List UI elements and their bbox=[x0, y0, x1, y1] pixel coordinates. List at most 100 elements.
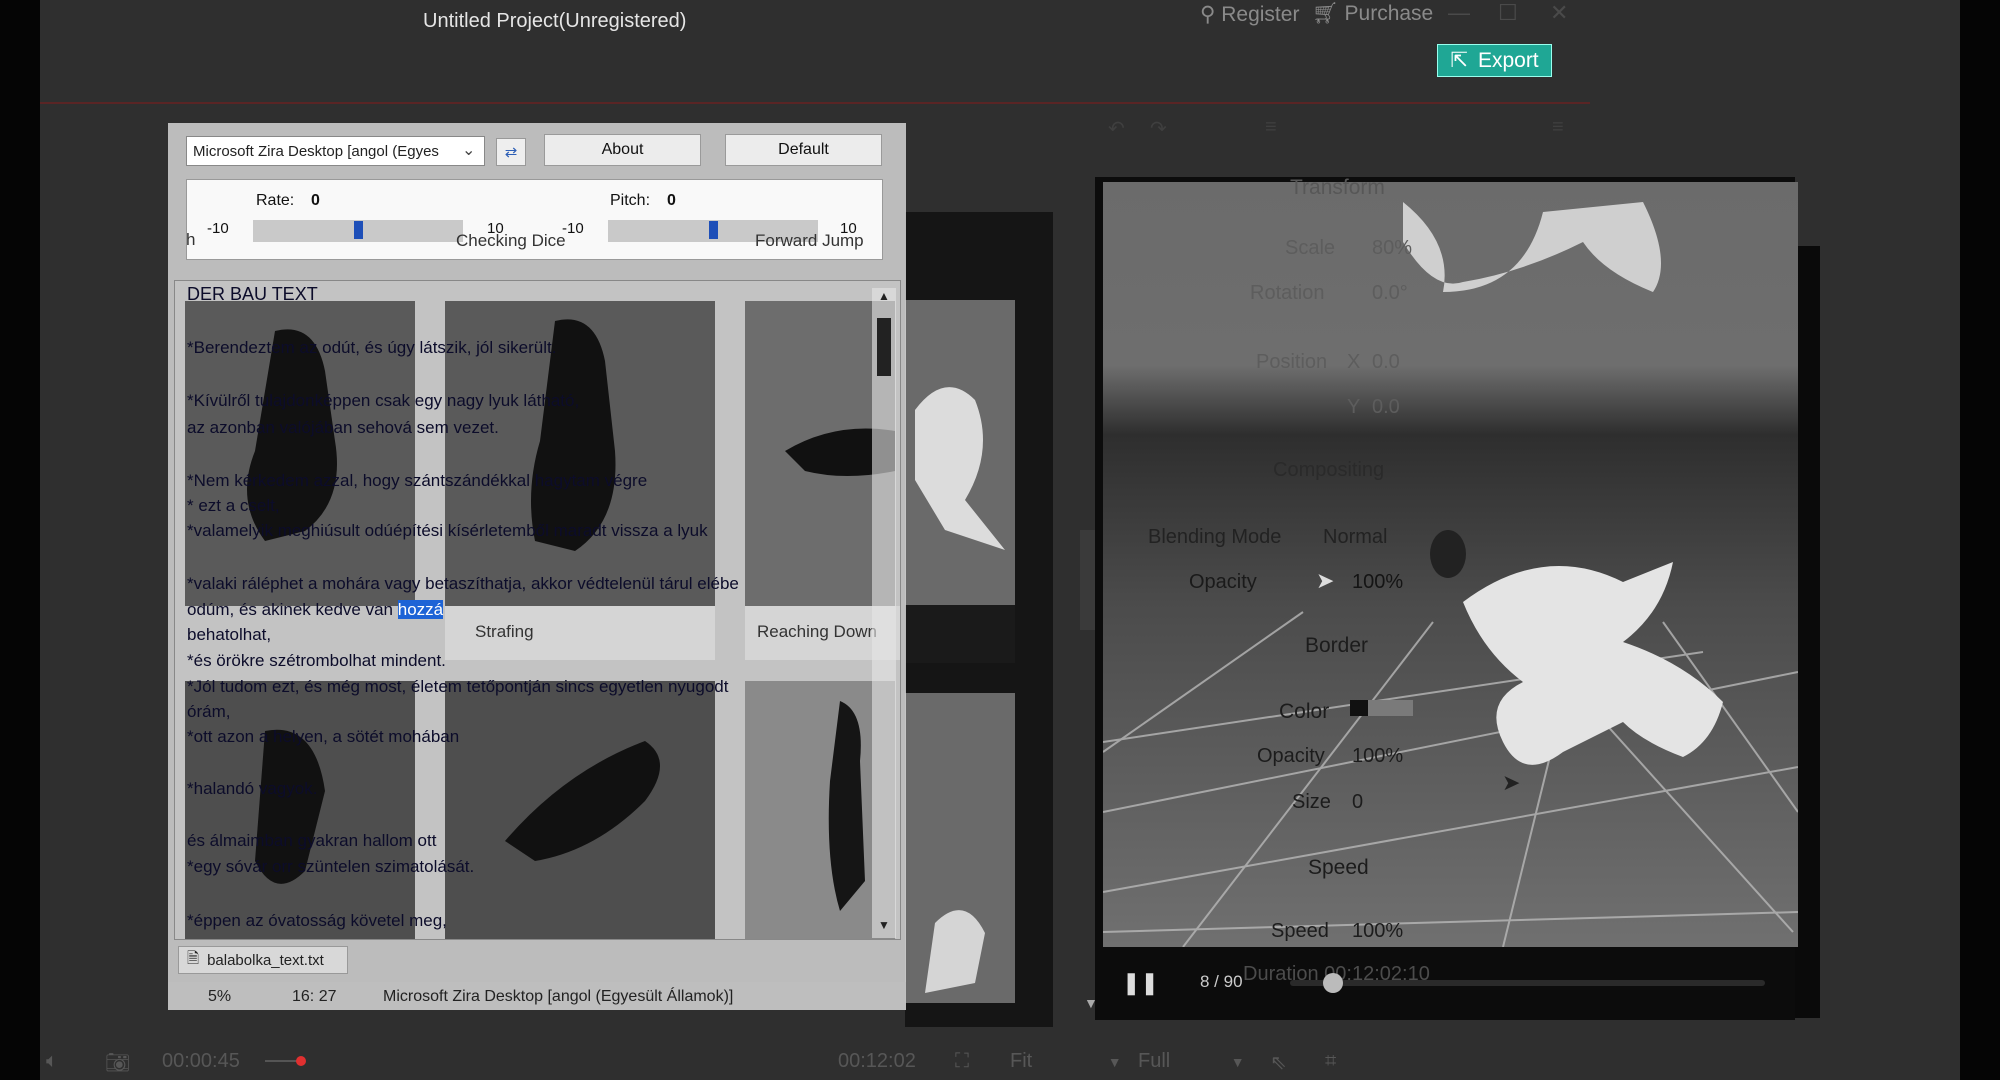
player-side-panel bbox=[1795, 246, 1820, 1018]
purchase-link[interactable]: 🛒︎ Purchase bbox=[1312, 2, 1433, 26]
position-label: Position bbox=[1256, 351, 1328, 373]
chevron-down-icon: ▼ bbox=[1230, 1054, 1245, 1070]
checking-dice-label: Checking Dice bbox=[456, 231, 566, 250]
pitch-value: 0 bbox=[667, 192, 676, 209]
preview-canvas[interactable] bbox=[1103, 182, 1798, 947]
total-time: 00:12:02 bbox=[838, 1050, 916, 1072]
status-position: 16: 27 bbox=[292, 988, 337, 1005]
document-tab[interactable]: 🗎 balabolka_text.txt bbox=[178, 946, 348, 974]
position-x-label: X bbox=[1347, 351, 1361, 373]
rate-value: 0 bbox=[311, 192, 320, 209]
current-time: 00:00:45 bbox=[162, 1050, 240, 1072]
text-line: az azonban valójában sehová sem vezet. bbox=[187, 418, 499, 437]
text-line: *Jól tudom ezt, és még most, életem tető… bbox=[187, 677, 729, 696]
window-title: Untitled Project(Unregistered) bbox=[423, 10, 687, 32]
text-line: odúm, és akinek kedve van hozzá bbox=[187, 600, 444, 620]
status-voice: Microsoft Zira Desktop [angol (Egyesült … bbox=[383, 988, 734, 1005]
scale-label: Scale bbox=[1285, 237, 1336, 259]
key-icon: ⚲ bbox=[1200, 3, 1216, 26]
border-size-value[interactable]: 0 bbox=[1352, 791, 1363, 814]
export-button[interactable]: ⇱ Export bbox=[1437, 44, 1552, 77]
rotation-label: Rotation bbox=[1250, 282, 1325, 304]
speed-label: Speed bbox=[1271, 920, 1329, 942]
scrollbar-thumb[interactable] bbox=[877, 318, 891, 376]
text-line: *Nem kérkedem azzal, hogy szántszándékka… bbox=[187, 471, 648, 490]
rate-label: Rate: bbox=[256, 192, 295, 209]
fullscreen-icon[interactable]: ⛶ bbox=[955, 1050, 969, 1073]
media-thumbnail[interactable] bbox=[905, 693, 1015, 1003]
compositing-heading: Compositing bbox=[1273, 459, 1385, 481]
cart-icon: 🛒︎ bbox=[1312, 2, 1339, 25]
crop-icon[interactable]: ⌗ bbox=[1325, 1050, 1336, 1073]
file-icon: 🗎 bbox=[187, 949, 200, 967]
register-link[interactable]: ⚲ Register bbox=[1200, 2, 1299, 27]
border-heading: Border bbox=[1305, 634, 1369, 657]
redo-icon[interactable]: ↷ bbox=[1150, 116, 1167, 141]
position-x-value[interactable]: 0.0 bbox=[1372, 351, 1400, 374]
text-editor[interactable]: Strafing Reaching Down DER BAU TEXT *Ber… bbox=[174, 280, 901, 940]
undo-icon[interactable]: ↶ bbox=[1108, 116, 1125, 141]
playback-progress-bar[interactable] bbox=[1290, 980, 1765, 986]
border-opacity-label: Opacity bbox=[1257, 745, 1325, 767]
minimize-icon[interactable]: — bbox=[1448, 0, 1470, 26]
list-icon[interactable]: ≡ bbox=[1265, 116, 1277, 139]
fit-dropdown[interactable]: Fit ▼ bbox=[1010, 1050, 1122, 1073]
position-y-label: Y bbox=[1347, 396, 1361, 418]
purchase-label: Purchase bbox=[1344, 2, 1434, 25]
mouse-cursor-icon: ➤ bbox=[1502, 770, 1521, 795]
voice-select[interactable]: Microsoft Zira Desktop [angol (Egyes bbox=[186, 136, 485, 166]
pointer-tool-icon[interactable]: ⇖ bbox=[1270, 1050, 1287, 1075]
text-heading: DER BAU TEXT bbox=[187, 284, 318, 304]
scale-value[interactable]: 80% bbox=[1372, 237, 1412, 260]
text-line: * ezt a cselt, bbox=[187, 496, 280, 515]
border-opacity-value[interactable]: 100% bbox=[1352, 745, 1403, 768]
snapshot-icon[interactable]: 📷︎ bbox=[105, 1050, 130, 1075]
playback-scrubber[interactable] bbox=[1323, 973, 1343, 993]
border-color-picker[interactable] bbox=[1350, 700, 1413, 716]
export-icon: ⇱ bbox=[1450, 49, 1468, 72]
speed-value[interactable]: 100% bbox=[1352, 920, 1403, 943]
quality-dropdown[interactable]: Full ▼ bbox=[1138, 1050, 1245, 1073]
media-thumbnail[interactable] bbox=[905, 300, 1015, 605]
swap-voice-button[interactable]: ⇄ bbox=[496, 138, 526, 166]
scroll-up-icon[interactable]: ▲ bbox=[878, 289, 890, 303]
animation-thumbnail bbox=[445, 681, 715, 939]
position-y-value[interactable]: 0.0 bbox=[1372, 396, 1400, 419]
blending-mode-dropdown[interactable]: Normal bbox=[1323, 526, 1387, 549]
menu-icon[interactable]: ≡ bbox=[1552, 116, 1564, 139]
border-size-label: Size bbox=[1292, 791, 1331, 813]
record-indicator[interactable] bbox=[296, 1056, 306, 1066]
text-scrollbar[interactable] bbox=[872, 288, 896, 938]
frame-counter: 8 / 90 bbox=[1200, 972, 1243, 991]
text-line: *valaki ráléphet a mohára vagy betaszíth… bbox=[187, 574, 739, 593]
border-color-label: Color bbox=[1279, 700, 1330, 723]
volume-icon[interactable]: 🔈︎ bbox=[46, 1050, 58, 1073]
pitch-slider-thumb[interactable] bbox=[709, 221, 718, 239]
about-button[interactable]: About bbox=[544, 134, 701, 166]
pause-icon[interactable]: ❚❚ bbox=[1122, 970, 1159, 996]
scroll-down-icon[interactable]: ▼ bbox=[878, 918, 890, 932]
mouse-cursor-icon: ➤ bbox=[1316, 568, 1335, 593]
opacity-value[interactable]: 100% bbox=[1352, 571, 1403, 594]
text-line: *egy sóvár orr szüntelen szimatolását. bbox=[187, 857, 475, 876]
pitch-label: Pitch: bbox=[610, 192, 651, 209]
close-icon[interactable]: ✕ bbox=[1550, 0, 1568, 26]
rate-slider-thumb[interactable] bbox=[354, 221, 363, 239]
document-tab-label: balabolka_text.txt bbox=[207, 951, 324, 969]
strafing-label: Strafing bbox=[445, 606, 715, 660]
default-button[interactable]: Default bbox=[725, 134, 882, 166]
fit-label: Fit bbox=[1010, 1050, 1033, 1072]
figure-silhouette-graphic bbox=[505, 741, 660, 861]
text-line: *valamelyik meghiúsult odúépítési kísérl… bbox=[187, 521, 708, 540]
character-silhouette-graphic bbox=[1403, 202, 1723, 765]
figure-thumbnail-graphic bbox=[915, 387, 1005, 550]
panel-resize-handle[interactable] bbox=[1080, 530, 1096, 630]
opacity-label: Opacity bbox=[1189, 571, 1257, 593]
quality-label: Full bbox=[1138, 1050, 1171, 1072]
text-line: és álmaimban gyakran hallom ott bbox=[187, 831, 437, 850]
chevron-down-icon[interactable]: ⌄ bbox=[462, 140, 475, 160]
rotation-value[interactable]: 0.0° bbox=[1372, 282, 1408, 305]
chevron-down-icon: ▼ bbox=[1107, 1054, 1122, 1070]
maximize-icon[interactable]: ☐ bbox=[1498, 0, 1518, 26]
status-bar: 5% 16: 27 Microsoft Zira Desktop [angol … bbox=[168, 982, 906, 1010]
